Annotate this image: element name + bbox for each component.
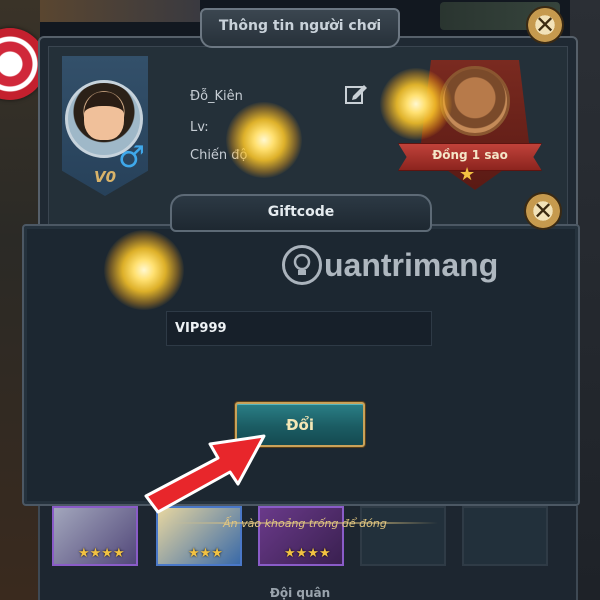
rank-star-icon: ★ (459, 164, 476, 185)
lightbulb-icon (282, 245, 322, 285)
empty-hero-slot[interactable] (462, 506, 548, 566)
watermark: uantrimang (282, 245, 498, 285)
giftcode-input[interactable] (166, 311, 432, 346)
sparkle-effect (104, 230, 184, 310)
background-top-strip (40, 0, 200, 22)
team-label: Đội quân (269, 586, 331, 600)
sparkle-effect (226, 102, 302, 178)
player-info-close-button[interactable]: ✕ (526, 6, 564, 44)
hero-slot-3[interactable]: ★★★★ (258, 506, 344, 566)
male-gender-icon: ♂ (118, 140, 145, 175)
hero-slot-1[interactable]: ★★★★ (52, 506, 138, 566)
red-arrow-icon (144, 434, 266, 514)
watermark-text: uantrimang (324, 246, 499, 283)
hero-stars: ★★★★ (284, 546, 331, 561)
avatar-face (84, 92, 124, 140)
player-level-label: Lv: (190, 120, 209, 135)
sparkle-effect (380, 68, 452, 140)
close-icon: ✕ (534, 11, 556, 39)
edit-icon[interactable] (344, 82, 368, 106)
close-icon: ✕ (532, 197, 554, 225)
hero-stars: ★★★ (188, 546, 223, 561)
giftcode-title: Giftcode (267, 204, 335, 220)
empty-hero-slot[interactable] (360, 506, 446, 566)
player-name: Đỗ_Kiên (190, 89, 243, 104)
giftcode-close-button[interactable]: ✕ (524, 192, 562, 230)
rank-label: Đồng 1 sao (432, 148, 508, 162)
hero-stars: ★★★★ (78, 546, 125, 561)
tap-to-close-hint: Ấn vào khoảng trống để đóng (223, 517, 387, 530)
player-info-title: Thông tin người chơi (218, 18, 382, 34)
